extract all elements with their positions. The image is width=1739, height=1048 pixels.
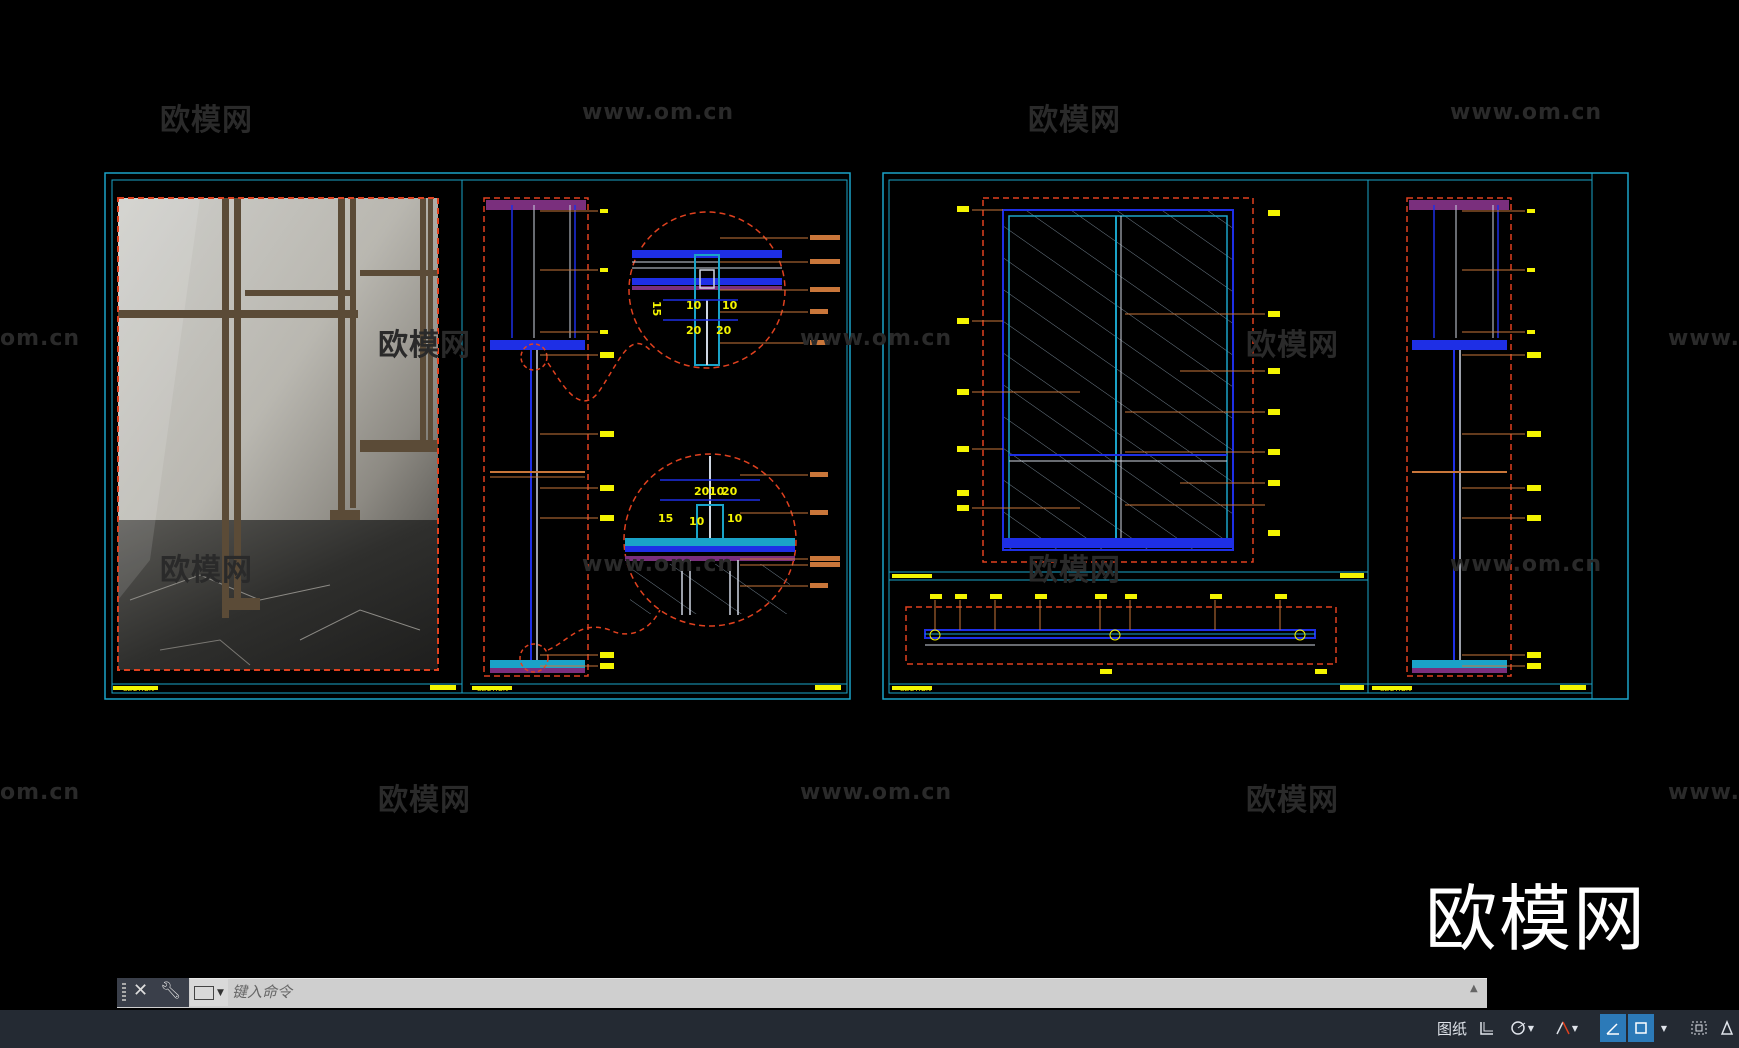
section-label-4: SECTION xyxy=(1380,686,1411,693)
lineweight-icon[interactable] xyxy=(1600,1014,1626,1042)
watermark-brand: 欧模网 xyxy=(1028,553,1121,588)
osnap-icon[interactable]: ▼ xyxy=(1544,1014,1588,1042)
watermark-brand: 欧模网 xyxy=(1246,783,1339,818)
svg-text:10: 10 xyxy=(686,299,702,312)
plan-view xyxy=(905,594,1337,674)
annotation-icon[interactable] xyxy=(1714,1014,1739,1042)
watermark-url-partial: www. xyxy=(1668,780,1739,805)
chevron-down-icon: ▼ xyxy=(217,987,224,998)
section-label-2: SECTION xyxy=(477,686,508,693)
watermark-brand: 欧模网 xyxy=(160,103,253,138)
watermark-brand: 欧模网 xyxy=(378,328,471,363)
svg-text:10: 10 xyxy=(689,515,705,528)
svg-text:20: 20 xyxy=(716,324,732,337)
watermark-brand: 欧模网 xyxy=(1028,103,1121,138)
reference-photo xyxy=(117,197,439,671)
svg-text:20: 20 xyxy=(694,485,710,498)
detail-circle-bottom: 20 10 20 15 10 10 xyxy=(623,453,840,627)
title-strip-left xyxy=(112,683,462,690)
watermark-url: www.om.cn xyxy=(1450,100,1603,125)
polar-icon[interactable]: ▼ xyxy=(1502,1014,1542,1042)
section-label-3: SECTION xyxy=(900,686,931,693)
brand-logo: 欧模网 xyxy=(1425,877,1648,961)
grid-icon[interactable] xyxy=(1474,1014,1500,1042)
title-strip-middle xyxy=(470,683,847,690)
sheet-right[interactable] xyxy=(882,172,1629,700)
recent-commands-dropdown[interactable]: ▼ xyxy=(190,979,228,1006)
svg-text:10: 10 xyxy=(722,299,738,312)
watermark-brand: 欧模网 xyxy=(1246,328,1339,363)
watermark-brand: 欧模网 xyxy=(160,553,253,588)
watermark-url: www.om.cn xyxy=(800,326,953,351)
watermark-url: www.om.cn xyxy=(1450,552,1603,577)
title-strip-right xyxy=(889,683,1592,690)
svg-text:15: 15 xyxy=(650,301,663,316)
svg-text:15: 15 xyxy=(658,512,673,525)
watermark-url: www.om.cn xyxy=(582,552,735,577)
watermark-url: www.om.cn xyxy=(582,100,735,125)
svg-text:20: 20 xyxy=(722,485,738,498)
command-history-icon xyxy=(194,985,215,1000)
drag-grip-icon[interactable] xyxy=(122,983,126,1003)
door-elevation xyxy=(957,197,1280,563)
svg-text:20: 20 xyxy=(686,324,702,337)
chevron-down-icon[interactable]: ▼ xyxy=(1656,1014,1672,1042)
watermark-url-partial: www. xyxy=(1668,326,1739,351)
command-input[interactable] xyxy=(232,979,1462,1005)
section-label-1: SECTION xyxy=(123,686,154,693)
watermark-url-partial: om.cn xyxy=(0,326,81,351)
section-drawing-b xyxy=(1406,197,1541,677)
wrench-icon[interactable]: 🔧︎ xyxy=(160,981,182,1001)
transparency-icon[interactable] xyxy=(1628,1014,1654,1042)
watermark-brand: 欧模网 xyxy=(378,783,471,818)
watermark-url: www.om.cn xyxy=(800,780,953,805)
layout-tab[interactable]: 图纸 xyxy=(1432,1014,1472,1042)
chevron-up-icon[interactable]: ▲ xyxy=(1470,983,1478,994)
watermark-url-partial: om.cn xyxy=(0,780,81,805)
svg-text:10: 10 xyxy=(727,512,743,525)
sheet-left[interactable]: 15 10 10 20 20 20 10 20 15 10 10 xyxy=(104,172,851,700)
close-icon[interactable]: ✕ xyxy=(133,980,148,1001)
selection-cycling-icon[interactable] xyxy=(1686,1014,1712,1042)
